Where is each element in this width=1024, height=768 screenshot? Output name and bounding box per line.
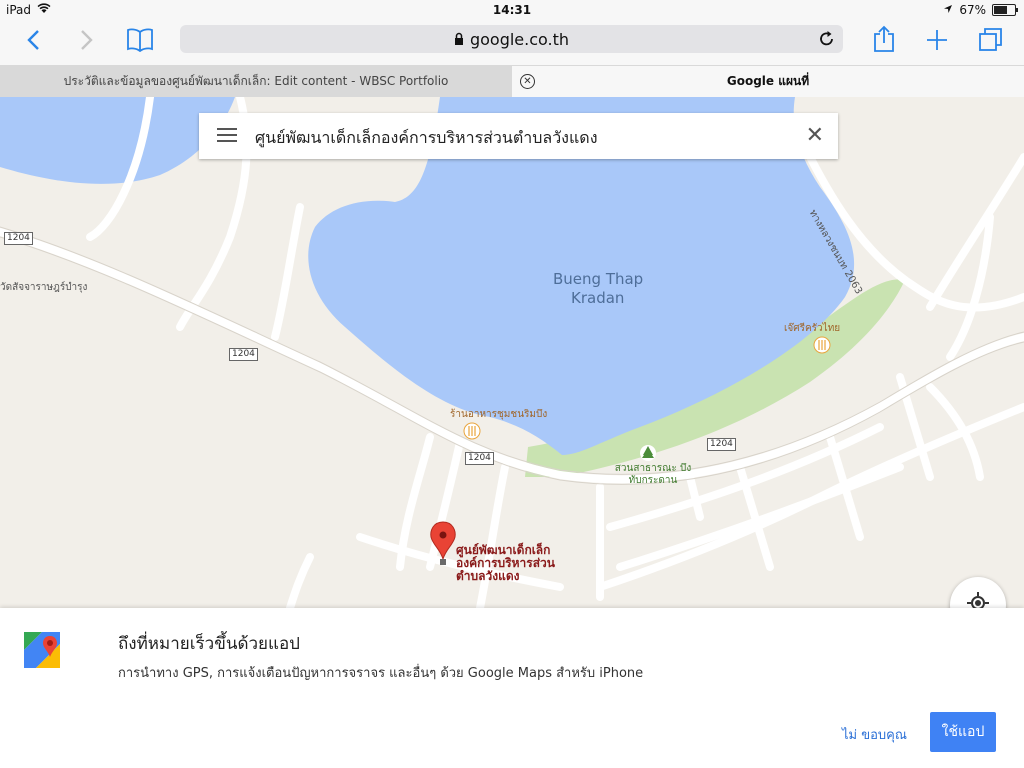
tab-strip: ประวัติและข้อมูลของศูนย์พัฒนาเด็กเล็ก: E… — [0, 65, 1024, 98]
restaurant-icon-2[interactable] — [813, 336, 831, 354]
map-graphic — [0, 97, 1024, 608]
lake-label-line2: Kradan — [571, 289, 625, 307]
battery-percentage: 67% — [959, 3, 986, 17]
status-bar: iPad 14:31 67% — [0, 0, 1024, 20]
browser-toolbar: google.co.th — [0, 20, 1024, 65]
tab-wbsc-portfolio[interactable]: ประวัติและข้อมูลของศูนย์พัฒนาเด็กเล็ก: E… — [0, 66, 512, 97]
lock-icon — [454, 30, 464, 49]
close-icon[interactable]: ✕ — [806, 123, 824, 148]
restaurant-label-1: ร้านอาหารชุมชนริมบึง — [450, 409, 548, 420]
search-query[interactable]: ศูนย์พัฒนาเด็กเล็กองค์การบริหารส่วนตำบลว… — [255, 126, 598, 151]
battery-icon — [992, 4, 1018, 16]
map-search-box[interactable]: ศูนย์พัฒนาเด็กเล็กองค์การบริหารส่วนตำบลว… — [199, 113, 838, 159]
map-canvas[interactable]: Bueng Thap Kradan 1204 1204 1204 1204 วั… — [0, 97, 1024, 608]
road-shield-1204: 1204 — [229, 348, 258, 361]
location-arrow-icon — [943, 3, 953, 17]
pin-label[interactable]: ศูนย์พัฒนาเด็กเล็กองค์การบริหารส่วนตำบลว… — [456, 544, 566, 583]
lake-label: Bueng Thap — [553, 270, 644, 288]
banner-subtitle: การนำทาง GPS, การแจ้งเตือนปัญหาการจราจร … — [118, 666, 644, 681]
new-tab-icon[interactable] — [925, 28, 949, 56]
park-label: สวนสาธารณะ บึงทับกระดาน — [614, 463, 692, 486]
google-maps-logo-icon — [24, 632, 60, 668]
tab-google-maps[interactable]: Google แผนที่ — [512, 66, 1024, 97]
close-tab-icon[interactable]: ✕ — [520, 74, 535, 89]
reload-icon[interactable] — [819, 30, 835, 51]
forward-icon[interactable] — [80, 29, 94, 55]
park-icon[interactable] — [640, 445, 656, 461]
url-text: google.co.th — [469, 30, 570, 49]
road-shield-1204: 1204 — [465, 452, 494, 465]
dismiss-button[interactable]: ไม่ ขอบคุณ — [842, 724, 907, 745]
tabs-icon[interactable] — [978, 26, 1004, 56]
address-bar[interactable]: google.co.th — [180, 25, 843, 53]
share-icon[interactable] — [872, 25, 896, 57]
menu-icon[interactable] — [217, 128, 237, 144]
banner-title: ถึงที่หมายเร็วขึ้นด้วยแอป — [118, 634, 300, 654]
app-install-banner: ถึงที่หมายเร็วขึ้นด้วยแอป การนำทาง GPS, … — [0, 608, 1024, 768]
back-icon[interactable] — [26, 29, 40, 55]
use-app-button[interactable]: ใช้แอป — [930, 712, 996, 752]
bookmarks-icon[interactable] — [126, 28, 154, 56]
temple-label: วัดสัจจาราษฎร์บำรุง — [0, 282, 88, 293]
road-shield-1204: 1204 — [4, 232, 33, 245]
restaurant-icon-1[interactable] — [463, 422, 481, 440]
restaurant-label-2: เจ๊ศรีครัวไทย — [784, 323, 841, 334]
clock: 14:31 — [492, 3, 532, 17]
road-shield-1204: 1204 — [707, 438, 736, 451]
